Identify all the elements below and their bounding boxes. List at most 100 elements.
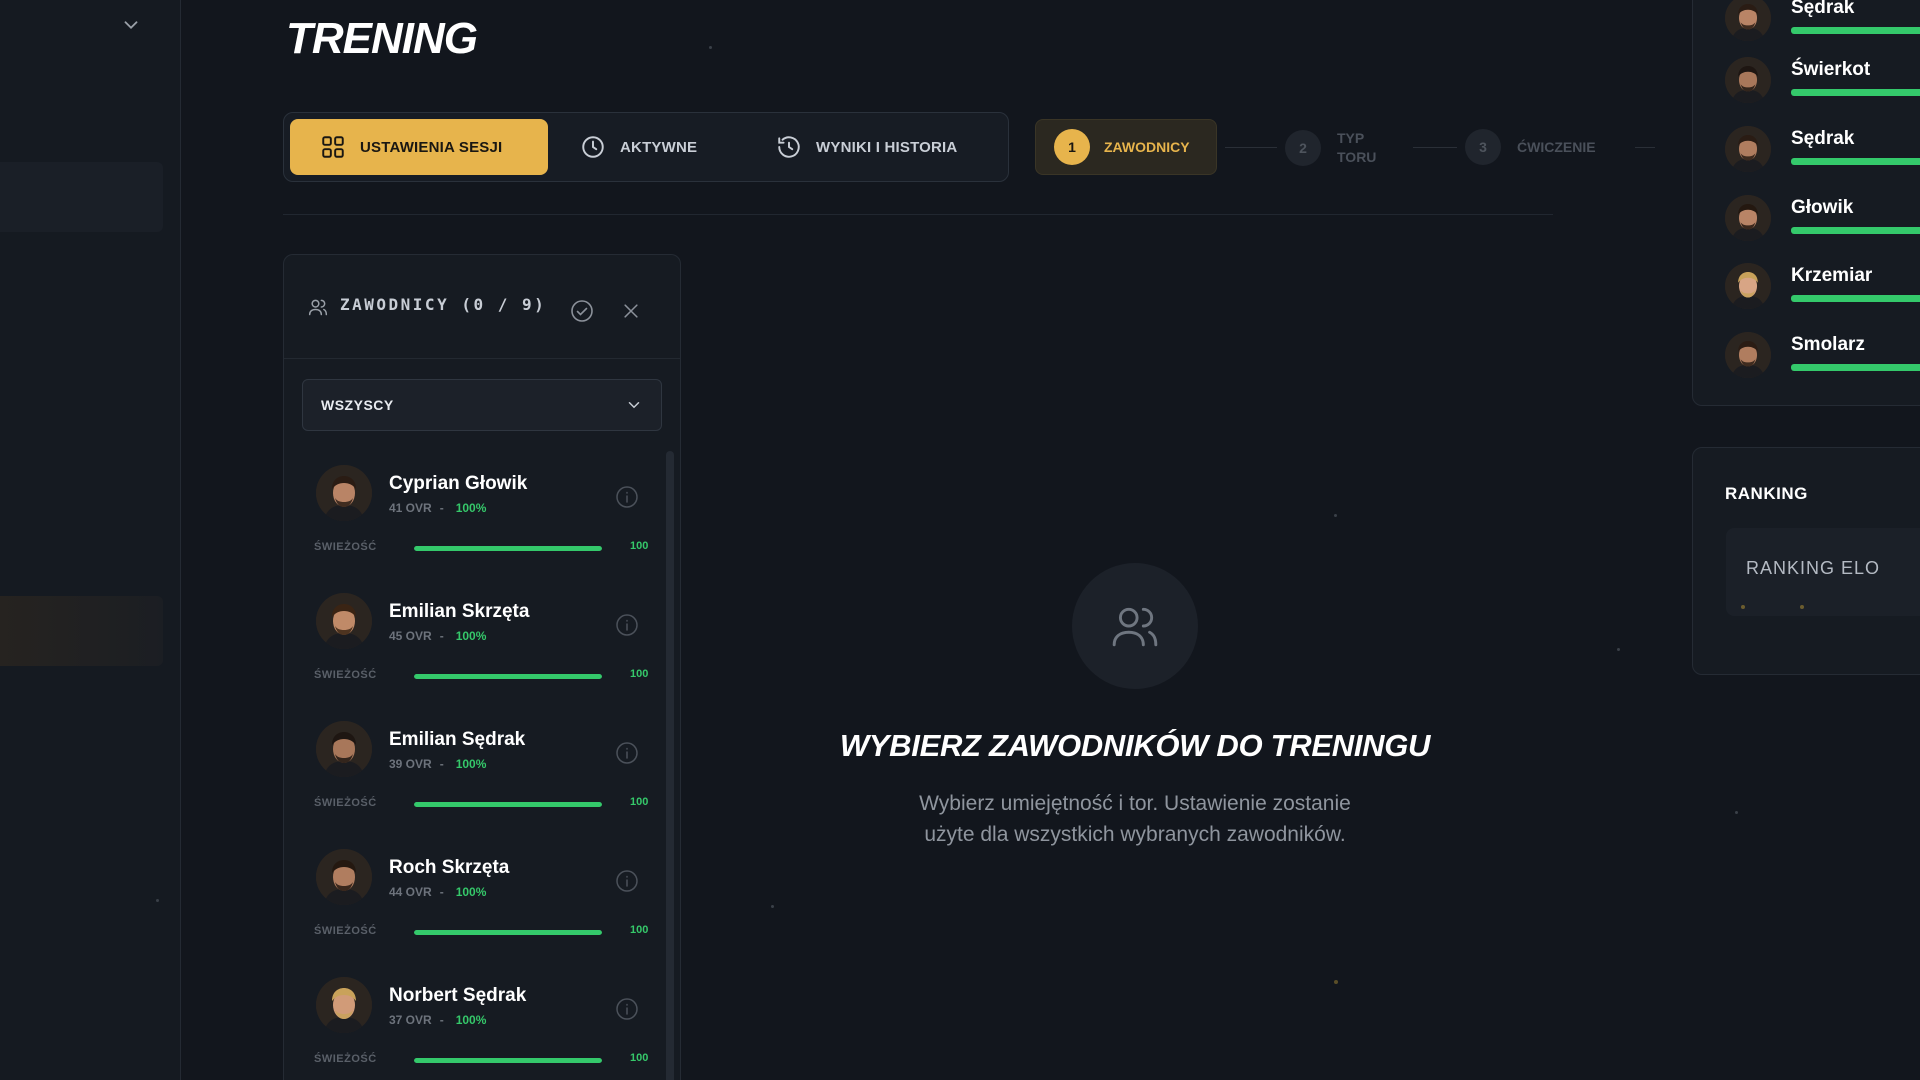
step-number: 3 — [1465, 129, 1501, 165]
tab-label: AKTYWNE — [620, 138, 698, 156]
freshness-fill — [414, 802, 602, 807]
freshness-label: ŚWIEŻOŚĆ — [314, 541, 377, 553]
player-card[interactable]: Emilian Skrzęta 45 OVR -100% ŚWIEŻOŚĆ 100 — [304, 579, 654, 707]
sidebar — [0, 0, 181, 1080]
background-speck — [156, 899, 159, 902]
player-ovr: 41 OVR — [389, 501, 432, 515]
freshness-fill — [414, 546, 602, 551]
empty-state-description: Wybierz umiejętność i tor. Ustawienie zo… — [860, 788, 1410, 850]
player-card[interactable]: Roch Skrzęta 44 OVR -100% ŚWIEŻOŚĆ 100 — [304, 835, 654, 963]
side-player-name: Smolarz — [1791, 334, 1865, 355]
empty-state-line: użyte dla wszystkich wybranych zawodnikó… — [924, 823, 1346, 846]
player-ovr: 44 OVR — [389, 885, 432, 899]
freshness-fill — [414, 1058, 602, 1063]
sidebar-item[interactable] — [0, 162, 163, 232]
background-speck — [1735, 811, 1738, 814]
player-portrait — [1725, 332, 1771, 378]
player-filter-select[interactable]: WSZYSCY — [302, 379, 662, 431]
avatar — [1725, 57, 1771, 103]
side-player-row[interactable]: Smolarz — [1725, 324, 1920, 384]
step-connector — [1635, 147, 1655, 148]
collapse-chevron-icon[interactable] — [120, 14, 142, 36]
player-portrait — [316, 593, 372, 649]
background-speck — [709, 46, 712, 49]
tab-results-history[interactable]: WYNIKI I HISTORIA — [776, 119, 957, 175]
indicator-dot — [1741, 605, 1745, 609]
info-icon[interactable] — [615, 997, 639, 1021]
freshness-label: ŚWIEŻOŚĆ — [314, 797, 377, 809]
player-card[interactable]: Emilian Sędrak 39 OVR -100% ŚWIEŻOŚĆ 100 — [304, 707, 654, 835]
step-connector — [1225, 147, 1277, 148]
side-player-name: Krzemiar — [1791, 265, 1873, 286]
background-speck — [771, 905, 774, 908]
side-player-name: Głowik — [1791, 197, 1854, 218]
players-panel-title: ZAWODNICY (0 / 9) — [340, 295, 547, 314]
tab-active-sessions[interactable]: AKTYWNE — [580, 119, 697, 175]
side-player-row[interactable]: Sędrak — [1725, 0, 1920, 47]
side-player-bar — [1791, 158, 1920, 165]
player-portrait — [316, 465, 372, 521]
freshness-value: 100 — [630, 796, 649, 808]
background-speck — [1617, 648, 1620, 651]
ranking-elo-box[interactable]: RANKING ELO — [1726, 528, 1920, 616]
side-player-row[interactable]: Głowik — [1725, 187, 1920, 247]
avatar — [316, 849, 372, 905]
freshness-bar — [414, 930, 602, 935]
meta-separator: - — [439, 1013, 444, 1027]
freshness-bar — [414, 546, 602, 551]
info-icon[interactable] — [615, 741, 639, 765]
avatar — [316, 721, 372, 777]
background-speck — [1334, 980, 1338, 984]
freshness-bar — [414, 674, 602, 679]
session-tabs: USTAWIENIA SESJI AKTYWNE WYNIKI I HISTOR… — [283, 112, 1009, 182]
player-card[interactable]: Cyprian Głowik 41 OVR -100% ŚWIEŻOŚĆ 100 — [304, 451, 654, 579]
side-player-name: Sędrak — [1791, 0, 1855, 18]
freshness-value: 100 — [630, 540, 649, 552]
player-portrait — [1725, 195, 1771, 241]
player-ovr: 39 OVR — [389, 757, 432, 771]
grid-icon — [322, 136, 344, 158]
player-portrait — [316, 977, 372, 1033]
avatar — [1725, 0, 1771, 41]
step-label: ĆWICZENIE — [1517, 139, 1596, 155]
player-meta: 37 OVR -100% — [389, 1013, 486, 1027]
tab-session-settings[interactable]: USTAWIENIA SESJI — [290, 119, 548, 175]
side-player-name: Sędrak — [1791, 128, 1855, 149]
side-player-name: Świerkot — [1791, 59, 1871, 80]
player-meta: 39 OVR -100% — [389, 757, 486, 771]
step-exercise[interactable]: 3 ĆWICZENIE — [1465, 129, 1596, 165]
chevron-down-icon — [628, 402, 640, 409]
step-players[interactable]: 1 ZAWODNICY — [1035, 119, 1217, 175]
step-label: TYP TORU — [1337, 130, 1377, 165]
player-name: Emilian Sędrak — [389, 729, 526, 750]
freshness-bar — [414, 802, 602, 807]
meta-separator: - — [439, 885, 444, 899]
step-label: ZAWODNICY — [1104, 139, 1190, 155]
players-scrollbar[interactable] — [666, 451, 674, 1080]
player-portrait — [1725, 126, 1771, 172]
clear-selection-close-icon[interactable] — [621, 301, 641, 321]
avatar — [1725, 126, 1771, 172]
player-card[interactable]: Norbert Sędrak 37 OVR -100% ŚWIEŻOŚĆ 100 — [304, 963, 654, 1080]
freshness-label: ŚWIEŻOŚĆ — [314, 925, 377, 937]
info-icon[interactable] — [615, 613, 639, 637]
player-portrait — [1725, 57, 1771, 103]
select-all-check-icon[interactable] — [570, 299, 594, 323]
players-panel: ZAWODNICY (0 / 9) WSZYSCY Cyprian Głowik… — [283, 254, 681, 1080]
side-player-row[interactable]: Sędrak — [1725, 118, 1920, 178]
sidebar-item-active[interactable] — [0, 596, 163, 666]
player-percent: 100% — [455, 1013, 487, 1027]
step-track-type[interactable]: 2 TYP TORU — [1285, 129, 1397, 167]
side-player-row[interactable]: Krzemiar — [1725, 255, 1920, 315]
avatar — [1725, 263, 1771, 309]
avatar — [316, 465, 372, 521]
player-portrait — [1725, 263, 1771, 309]
empty-state-line: Wybierz umiejętność i tor. Ustawienie zo… — [919, 792, 1351, 815]
info-icon[interactable] — [615, 869, 639, 893]
side-player-row[interactable]: Świerkot — [1725, 49, 1920, 109]
empty-state-title: WYBIERZ ZAWODNIKÓW DO TRENINGU — [839, 728, 1431, 763]
player-portrait — [316, 721, 372, 777]
ranking-subtitle: RANKING ELO — [1746, 558, 1881, 578]
info-icon[interactable] — [615, 485, 639, 509]
avatar — [316, 593, 372, 649]
